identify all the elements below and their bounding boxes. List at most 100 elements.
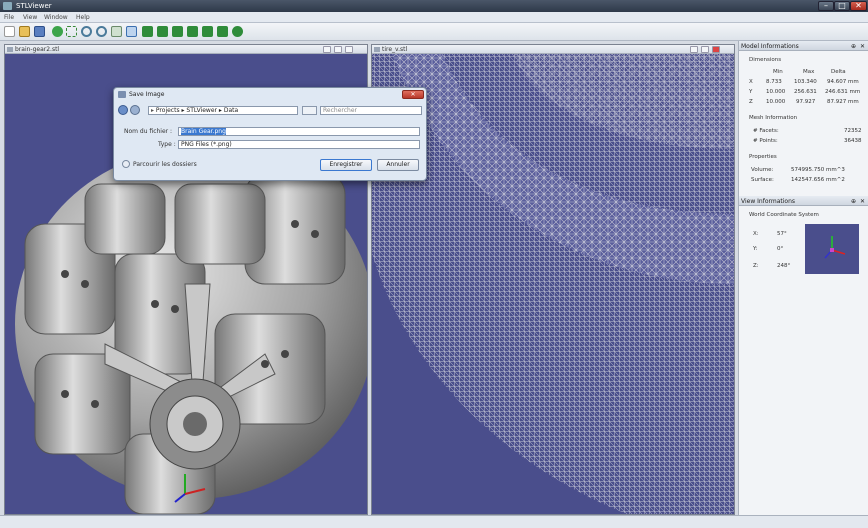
row-y-max: 256.631 [794,89,817,95]
dimensions-label: Dimensions [749,57,782,63]
cube-bottom-icon[interactable] [202,26,213,37]
filename-field[interactable]: Brain Gear.png [178,127,420,136]
viewport-left-header: brain-gear2.stl [5,45,367,54]
viewport-left-minimize[interactable] [323,46,331,53]
rot-x-label: X: [753,231,759,237]
surface-label: Surface: [751,177,774,183]
row-z-axis: Z [749,99,753,105]
crumb-projects[interactable]: Projects [156,107,180,114]
zoom-out-icon[interactable] [96,26,107,37]
row-z-delta: 87.927 mm [827,99,859,105]
filename-label: Nom du fichier : [124,128,173,135]
save-icon[interactable] [34,26,45,37]
row-x-max: 103.340 [794,79,817,85]
row-x-min: 8.733 [766,79,782,85]
axis-triad-icon [805,224,859,274]
minimize-button[interactable]: – [818,1,834,11]
volume-label: Volume: [751,167,774,173]
viewport-left-maximize[interactable] [334,46,342,53]
menu-help[interactable]: Help [76,14,90,21]
row-y-min: 10.000 [766,89,786,95]
back-icon[interactable] [118,105,128,115]
rot-z-label: Z: [753,263,759,269]
col-delta: Delta [831,69,846,75]
refresh-icon[interactable] [302,106,317,115]
file-icon [374,47,380,52]
row-y-delta: 246.631 mm [825,89,861,95]
facets-value: 72352 [844,128,862,134]
info-panel: Model Informations ⊕ ✕ Dimensions Min Ma… [738,41,868,515]
viewport-right-maximize[interactable] [701,46,709,53]
rot-z-value: 248° [777,263,791,269]
panel-close-icon[interactable]: ✕ [860,198,865,205]
path-breadcrumb[interactable]: ▸ Projects ▸ STLViewer ▸ Data [148,106,298,115]
points-label: # Points: [753,138,778,144]
mesh-label: Mesh Information [749,115,798,121]
viewport-right-title: tire_v.stl [382,46,408,53]
viewport-left-close[interactable] [345,46,353,53]
cube-top-icon[interactable] [187,26,198,37]
col-min: Min [773,69,783,75]
maximize-button[interactable]: □ [834,1,850,11]
cube-left-icon[interactable] [157,26,168,37]
row-y-axis: Y [749,89,753,95]
menu-file[interactable]: File [4,14,14,21]
view-panel-title: View Informations [741,198,796,205]
viewport-left-title: brain-gear2.stl [15,46,60,53]
surface-value: 142547.656 mm^2 [791,177,845,183]
facets-label: # Facets: [753,128,779,134]
rot-y-label: Y: [753,246,758,252]
file-icon [7,47,13,52]
crumb-stlviewer[interactable]: STLViewer [186,107,217,114]
viewport-right-header: tire_v.stl [372,45,734,54]
col-max: Max [803,69,815,75]
save-button[interactable]: Enregistrer [320,159,372,171]
volume-value: 574995.750 mm^3 [791,167,845,173]
app-icon [3,2,12,10]
viewport-right-close[interactable] [712,46,720,53]
select-icon[interactable] [111,26,122,37]
cube-right-icon[interactable] [172,26,183,37]
window-title: STLViewer [16,2,52,10]
new-file-icon[interactable] [4,26,15,37]
toolbar [0,23,868,41]
cube-iso-icon[interactable] [217,26,228,37]
pin-icon[interactable]: ⊕ [851,43,856,50]
coord-system-label: World Coordinate System [749,212,819,218]
cube-back-icon[interactable] [142,26,153,37]
open-folder-icon[interactable] [19,26,30,37]
save-image-dialog: Save Image ✕ ▸ Projects ▸ STLViewer ▸ Da… [113,87,427,181]
model-panel-header: Model Informations ⊕ ✕ [739,41,868,51]
dialog-title: Save Image [129,91,165,98]
menu-view[interactable]: View [23,14,37,21]
render-icon[interactable] [232,26,243,37]
browse-folders-label[interactable]: Parcourir les dossiers [133,161,197,168]
row-x-axis: X [749,79,753,85]
row-z-min: 10.000 [766,99,786,105]
fit-view-icon[interactable] [66,26,77,37]
green-pin-icon[interactable] [52,26,63,37]
viewport-right-minimize[interactable] [690,46,698,53]
cube-front-icon[interactable] [126,26,137,37]
close-button[interactable]: ✕ [850,1,867,11]
type-label: Type : [158,141,176,148]
search-input[interactable]: Rechercher [320,106,422,115]
dialog-icon [118,91,126,98]
zoom-in-icon[interactable] [81,26,92,37]
dialog-close-button[interactable]: ✕ [402,90,424,99]
cancel-button[interactable]: Annuler [377,159,419,171]
menu-window[interactable]: Window [44,14,68,21]
panel-close-icon[interactable]: ✕ [860,43,865,50]
points-value: 36438 [844,138,862,144]
row-z-max: 97.927 [796,99,816,105]
filetype-select[interactable]: PNG Files (*.png) [178,140,420,149]
rot-y-value: 0° [777,246,784,252]
crumb-data[interactable]: Data [224,107,238,114]
properties-label: Properties [749,154,777,160]
pin-icon[interactable]: ⊕ [851,198,856,205]
browse-toggle-icon[interactable] [122,160,130,168]
title-bar: STLViewer – □ ✕ [0,0,868,12]
forward-icon[interactable] [130,105,140,115]
rot-x-value: 57° [777,231,787,237]
model-panel-title: Model Informations [741,43,799,50]
